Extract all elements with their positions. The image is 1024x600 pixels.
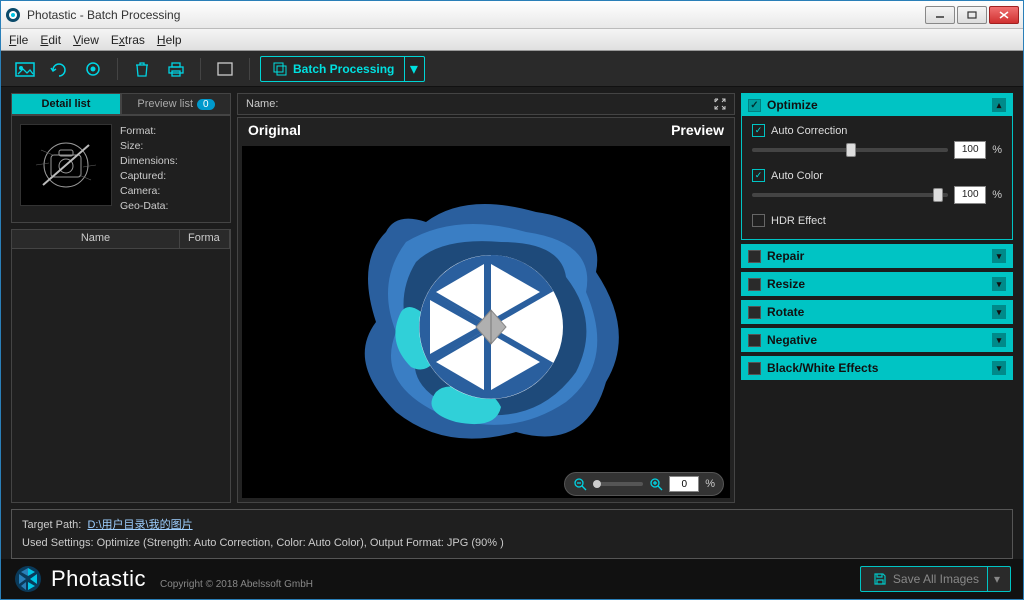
file-list[interactable] [11, 249, 231, 503]
meta-geodata: Geo-Data: [120, 199, 178, 214]
thumbnail-placeholder [20, 124, 112, 206]
print-icon[interactable] [162, 56, 190, 82]
checkbox-icon[interactable] [748, 362, 761, 375]
meta-size: Size: [120, 139, 178, 154]
tab-preview-list[interactable]: Preview list0 [121, 93, 231, 115]
panel-rotate-header[interactable]: Rotate▾ [742, 301, 1012, 323]
checkbox-icon[interactable] [748, 306, 761, 319]
window-title: Photastic - Batch Processing [27, 8, 925, 22]
minimize-button[interactable] [925, 6, 955, 24]
slider-auto-color[interactable] [752, 193, 948, 197]
zoom-slider[interactable] [593, 482, 643, 486]
toolbar-divider [249, 58, 250, 80]
used-settings: Used Settings: Optimize (Strength: Auto … [22, 534, 1002, 552]
checkbox-icon[interactable] [748, 334, 761, 347]
expand-icon[interactable]: ▾ [992, 333, 1006, 347]
brand-icon [13, 564, 43, 594]
option-hdr-effect[interactable]: HDR Effect [752, 214, 1002, 227]
copyright: Copyright © 2018 Abelssoft GmbH [160, 579, 313, 594]
menubar: File Edit View Extras Help [1, 29, 1023, 51]
meta-camera: Camera: [120, 184, 178, 199]
value-auto-color[interactable]: 100 [954, 186, 986, 204]
zoom-unit: % [705, 478, 715, 490]
batch-processing-button[interactable]: Batch Processing ▾ [260, 56, 425, 82]
menu-file[interactable]: File [9, 33, 28, 47]
expand-icon[interactable]: ▾ [992, 249, 1006, 263]
meta-captured: Captured: [120, 169, 178, 184]
slider-auto-correction[interactable] [752, 148, 948, 152]
batch-dropdown-icon[interactable]: ▾ [404, 57, 422, 81]
target-path-label: Target Path: [22, 519, 81, 531]
menu-view[interactable]: View [73, 33, 99, 47]
window-icon[interactable] [211, 56, 239, 82]
preview-count-badge: 0 [197, 99, 215, 110]
panel-resize-header[interactable]: Resize▾ [742, 273, 1012, 295]
target-path-link[interactable]: D:\用户目录\我的图片 [87, 519, 192, 531]
list-header: Name Forma [11, 229, 231, 249]
panel-negative-header[interactable]: Negative▾ [742, 329, 1012, 351]
preview-label: Preview [671, 122, 724, 138]
maximize-button[interactable] [957, 6, 987, 24]
bottom-info: Target Path: D:\用户目录\我的图片 Used Settings:… [11, 509, 1013, 559]
expand-icon[interactable]: ▾ [992, 277, 1006, 291]
collapse-icon[interactable]: ▴ [992, 98, 1006, 112]
expand-icon[interactable] [714, 98, 726, 110]
preview-image[interactable] [242, 146, 730, 498]
save-all-button[interactable]: Save All Images ▾ [860, 566, 1011, 592]
brand-name: Photastic [51, 566, 146, 592]
panel-repair-header[interactable]: Repair▾ [742, 245, 1012, 267]
zoom-in-icon[interactable] [649, 477, 663, 491]
zoom-out-icon[interactable] [573, 477, 587, 491]
name-label: Name: [246, 98, 278, 110]
titlebar: Photastic - Batch Processing [1, 1, 1023, 29]
checkbox-icon[interactable] [748, 250, 761, 263]
trash-icon[interactable] [128, 56, 156, 82]
close-button[interactable] [989, 6, 1019, 24]
toolbar-divider [117, 58, 118, 80]
expand-icon[interactable]: ▾ [992, 361, 1006, 375]
panel-blackwhite-header[interactable]: Black/White Effects▾ [742, 357, 1012, 379]
menu-help[interactable]: Help [157, 33, 182, 47]
col-format[interactable]: Forma [180, 230, 230, 248]
option-auto-correction[interactable]: ✓Auto Correction [752, 124, 1002, 137]
tab-detail-list[interactable]: Detail list [11, 93, 121, 115]
panel-optimize: ✓Optimize ▴ ✓Auto Correction 100 % ✓Auto… [741, 93, 1013, 240]
save-dropdown-icon[interactable]: ▾ [987, 567, 1006, 591]
original-label: Original [248, 122, 301, 138]
panel-optimize-header[interactable]: ✓Optimize ▴ [742, 94, 1012, 116]
toolbar-divider [200, 58, 201, 80]
save-icon [873, 572, 887, 586]
app-icon [5, 7, 21, 23]
redo-icon[interactable] [45, 56, 73, 82]
zoom-bar: % [564, 472, 724, 496]
open-image-icon[interactable] [11, 56, 39, 82]
menu-extras[interactable]: Extras [111, 33, 145, 47]
value-auto-correction[interactable]: 100 [954, 141, 986, 159]
checkbox-icon[interactable] [748, 278, 761, 291]
footer: Photastic Copyright © 2018 Abelssoft Gmb… [1, 559, 1023, 599]
detail-box: Format: Size: Dimensions: Captured: Came… [11, 115, 231, 223]
col-name[interactable]: Name [12, 230, 180, 248]
menu-edit[interactable]: Edit [40, 33, 61, 47]
meta-dimensions: Dimensions: [120, 154, 178, 169]
metadata-list: Format: Size: Dimensions: Captured: Came… [120, 124, 178, 214]
option-auto-color[interactable]: ✓Auto Color [752, 169, 1002, 182]
zoom-input[interactable] [669, 476, 699, 492]
meta-format: Format: [120, 124, 178, 139]
checkbox-icon[interactable]: ✓ [748, 99, 761, 112]
expand-icon[interactable]: ▾ [992, 305, 1006, 319]
toolbar: Batch Processing ▾ [1, 51, 1023, 87]
camera-icon[interactable] [79, 56, 107, 82]
name-bar: Name: [237, 93, 735, 115]
